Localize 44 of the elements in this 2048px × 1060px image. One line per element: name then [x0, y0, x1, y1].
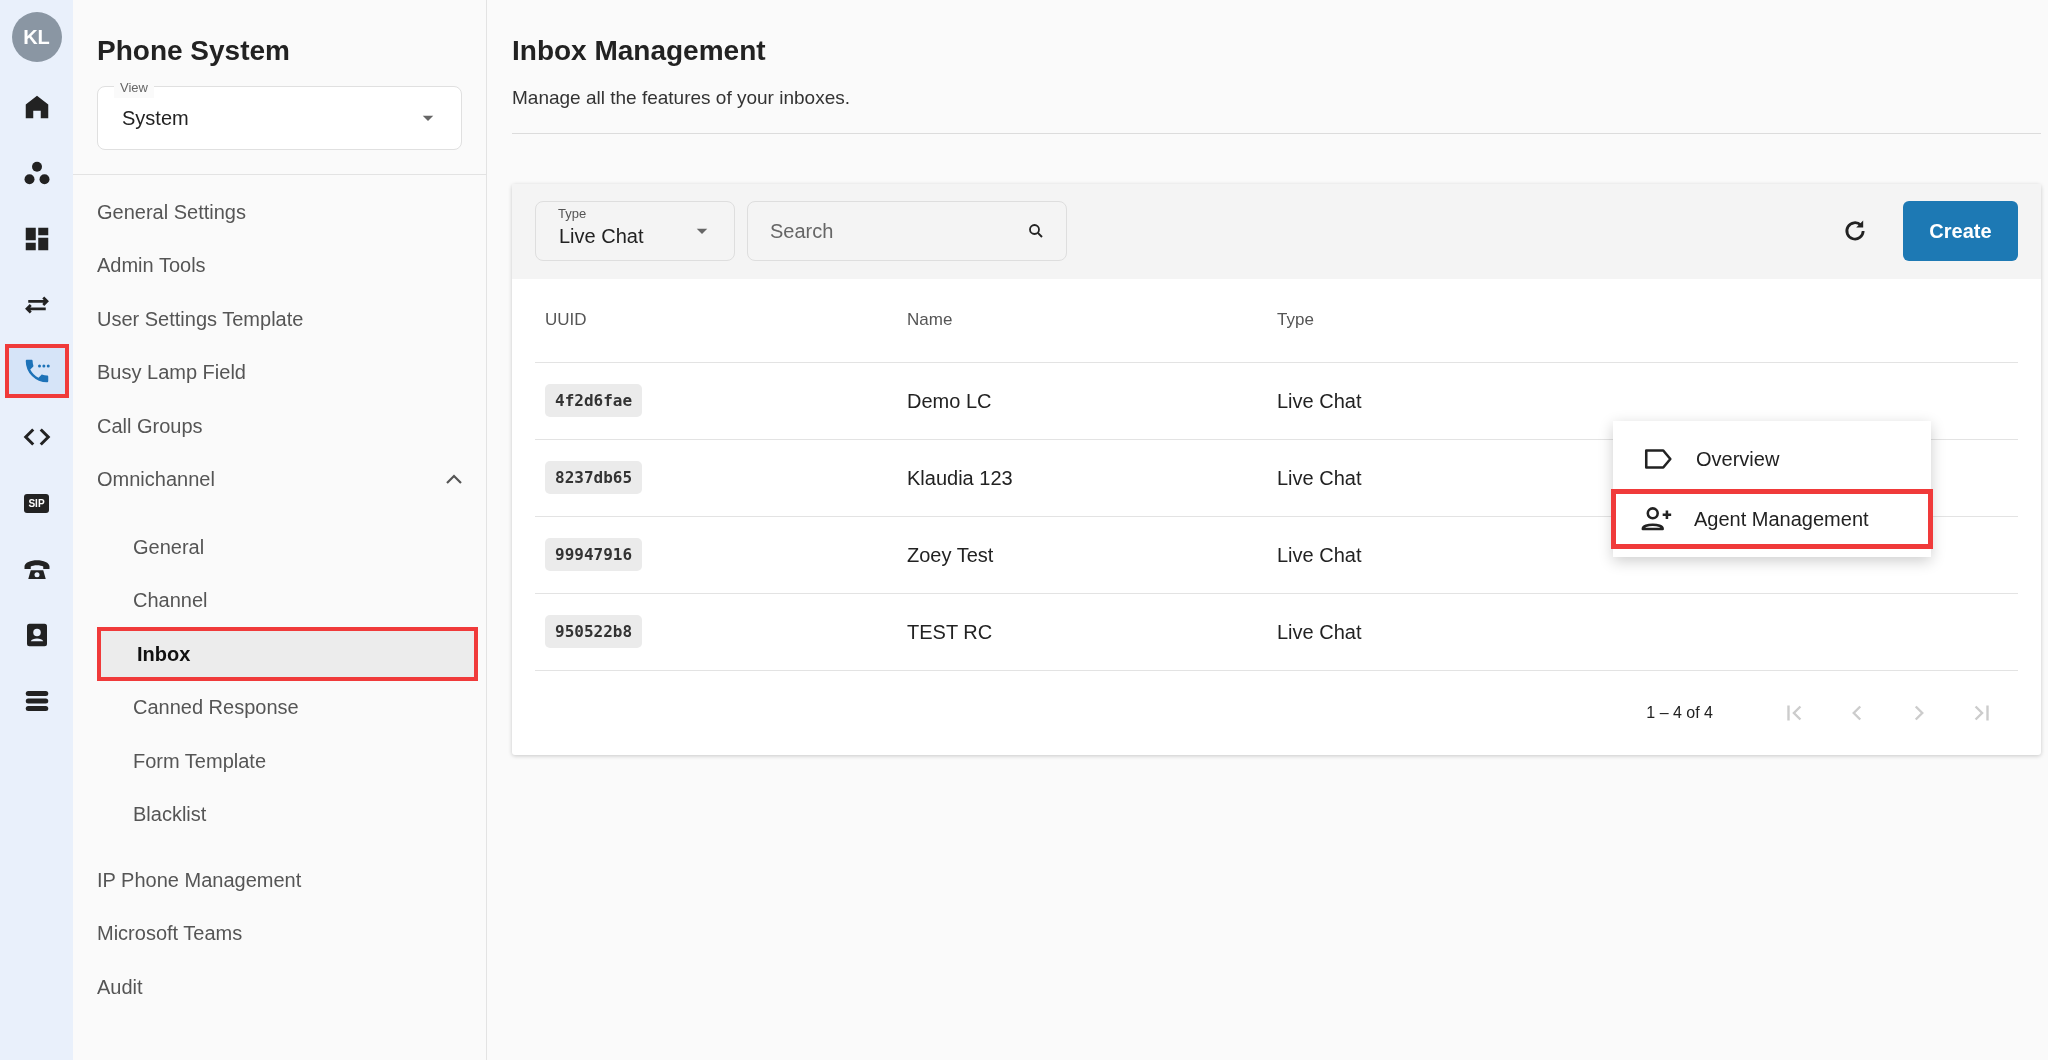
sidebar-item[interactable]: General Settings — [73, 185, 486, 239]
table-cell: Live Chat — [1277, 389, 1362, 412]
sidebar-item[interactable]: Omnichannel — [73, 452, 486, 506]
sidebar-title: Phone System — [97, 34, 291, 68]
menu-item[interactable]: Agent Management — [1611, 489, 1933, 549]
column-header: Type — [1277, 309, 1315, 332]
column-header: Name — [907, 309, 954, 332]
sidebar-item[interactable]: Form Template — [97, 734, 478, 788]
search-field[interactable]: Search — [747, 201, 1067, 261]
sidebar-item[interactable]: Channel — [97, 573, 478, 627]
column-header: UUID — [544, 309, 588, 332]
pagination-range: 1 – 4 of 4 — [1646, 702, 1713, 723]
sidebar-item[interactable]: User Settings Template — [73, 292, 486, 346]
menu-item[interactable]: Overview — [1613, 429, 1931, 489]
uuid-chip: 99947916 — [545, 537, 643, 571]
table-cell: Demo LC — [907, 389, 992, 412]
sidebar-item[interactable]: Blacklist — [97, 787, 478, 841]
table-cell: Zoey Test — [907, 543, 994, 566]
uuid-chip: 950522b8 — [545, 614, 643, 648]
uuid-chip: 4f2d6fae — [545, 383, 643, 417]
page-subtitle: Manage all the features of your inboxes. — [512, 84, 2041, 134]
table-cell: Live Chat — [1277, 543, 1362, 566]
table-cell: Klaudia 123 — [907, 466, 1013, 489]
table-cell: TEST RC — [907, 620, 993, 643]
type-select[interactable]: Type Live Chat — [535, 201, 735, 261]
sidebar-item[interactable]: General — [97, 520, 478, 574]
select-label: Type — [558, 205, 587, 223]
chevron-up-icon — [446, 474, 462, 485]
sidebar-item[interactable]: Call Groups — [73, 399, 486, 453]
table-cell: Live Chat — [1277, 466, 1362, 489]
sidebar-item[interactable]: Admin Tools — [73, 238, 486, 292]
uuid-chip: 8237db65 — [545, 460, 643, 494]
sidebar-item[interactable]: Busy Lamp Field — [73, 345, 486, 399]
sidebar-item[interactable]: Inbox — [97, 627, 478, 681]
sidebar-item[interactable]: Microsoft Teams — [73, 906, 486, 960]
search-icon — [1027, 222, 1045, 240]
sidebar-item[interactable]: IP Phone Management — [73, 853, 486, 907]
table-cell: Live Chat — [1277, 620, 1362, 643]
create-button[interactable]: Create — [1903, 201, 2018, 261]
sidebar-item[interactable]: Canned Response — [97, 680, 478, 734]
sidebar-item[interactable]: Audit — [73, 960, 486, 1014]
sip-badge-icon: SIP — [24, 493, 49, 513]
nav-button[interactable]: SIP — [4, 476, 69, 530]
page-title: Inbox Management — [512, 34, 767, 68]
